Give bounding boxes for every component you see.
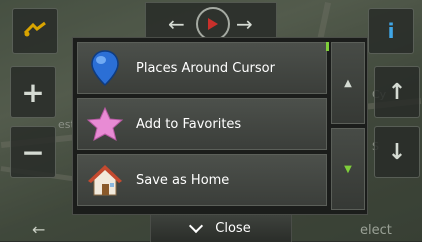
chevron-down-icon (189, 218, 204, 234)
star-icon (84, 103, 126, 145)
zoom-in-button[interactable]: + (10, 66, 56, 118)
back-arrow-icon: ← (32, 219, 46, 239)
menu-item-places-around-cursor[interactable]: Places Around Cursor (77, 42, 327, 94)
menu-item-label: Save as Home (136, 172, 230, 188)
info-icon: i (387, 19, 395, 43)
scroll-up-button[interactable]: ▲ (331, 42, 365, 124)
menu-scrollbar[interactable]: ▲ ▼ (331, 42, 365, 210)
tilt-up-button[interactable]: ↑ (374, 66, 420, 118)
compass-icon[interactable] (196, 7, 230, 41)
route-icon (23, 19, 47, 43)
menu-item-label: Places Around Cursor (136, 60, 275, 76)
arrow-up-icon: ↑ (387, 79, 407, 105)
close-button[interactable]: Close (150, 214, 292, 242)
menu-item-add-to-favorites[interactable]: Add to Favorites (77, 98, 327, 150)
map-pin-icon (84, 47, 126, 89)
plus-icon: + (21, 75, 45, 109)
zoom-out-button[interactable]: − (10, 126, 56, 178)
close-label: Close (215, 221, 251, 236)
menu-button[interactable] (12, 8, 58, 54)
arrow-down-icon: ↓ (387, 139, 407, 165)
info-button[interactable]: i (368, 8, 414, 54)
back-button[interactable]: ← (2, 217, 92, 241)
select-label: elect (360, 222, 392, 238)
minus-icon: − (21, 135, 45, 169)
home-icon (84, 159, 126, 201)
arrow-right-icon[interactable]: → (236, 12, 253, 36)
scroll-indicator (326, 42, 329, 51)
select-button[interactable]: elect (360, 220, 420, 240)
menu-item-save-as-home[interactable]: Save as Home (77, 154, 327, 206)
cursor-menu-panel: Places Around Cursor Add to Favorites Sa… (72, 37, 368, 215)
tilt-down-button[interactable]: ↓ (374, 126, 420, 178)
menu-item-label: Add to Favorites (136, 116, 242, 132)
scroll-down-button[interactable]: ▼ (331, 128, 365, 210)
triangle-up-icon: ▲ (344, 77, 352, 89)
triangle-down-icon: ▼ (344, 163, 352, 175)
arrow-left-icon[interactable]: ← (168, 12, 185, 36)
